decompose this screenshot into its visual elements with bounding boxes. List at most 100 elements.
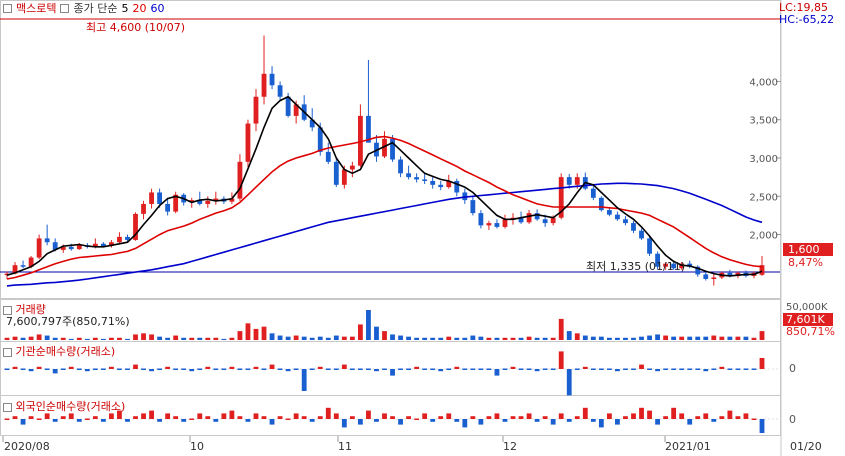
inst-bar	[655, 369, 660, 372]
foreign-bar	[92, 416, 98, 419]
inst-bar	[301, 369, 307, 391]
inst-bar	[438, 369, 444, 372]
stock-checkbox[interactable]	[3, 3, 12, 13]
volume-bar	[590, 336, 596, 340]
inst-bar	[84, 369, 90, 372]
y-tick-label: 2,000	[749, 231, 778, 242]
inst-bar	[727, 368, 733, 370]
inst-bar	[598, 368, 604, 370]
foreign-bar	[357, 419, 363, 425]
foreign-bar	[366, 410, 371, 419]
candle-body	[598, 197, 604, 211]
stock-name[interactable]: 맥스로텍	[16, 0, 56, 16]
foreign-bar	[141, 413, 146, 419]
inst-bar	[743, 368, 749, 370]
foreign-bar	[518, 416, 524, 419]
ma-checkbox[interactable]	[60, 3, 70, 13]
volume-bar	[462, 337, 468, 340]
volume-bar	[76, 337, 82, 340]
volume-bar	[374, 326, 379, 340]
volume-bar	[470, 335, 476, 340]
foreign-bar	[606, 413, 612, 419]
inst-bar	[325, 368, 331, 370]
volume-bar	[181, 337, 187, 340]
foreign-bar	[12, 416, 18, 419]
volume-bar	[502, 337, 508, 340]
volume-bar	[550, 337, 556, 340]
volume-bar	[20, 337, 26, 340]
inst-bar	[502, 368, 508, 370]
volume-bar	[711, 335, 717, 340]
foreign-bar	[582, 407, 588, 419]
candle-body	[253, 96, 259, 124]
volume-bar	[454, 337, 460, 340]
foreign-bar	[679, 413, 685, 419]
price-value: 1,600	[788, 243, 820, 256]
inst-bar	[309, 368, 315, 370]
volume-bar	[663, 335, 669, 340]
y-tick-label: 3,000	[749, 154, 778, 165]
foreign-bar	[446, 413, 452, 419]
foreign-bar	[44, 413, 50, 419]
foreign-bar	[414, 418, 420, 420]
inst-bar	[382, 368, 387, 370]
foreign-bar	[181, 419, 187, 422]
foreign-bar	[100, 419, 106, 422]
price-change: 8,47%	[788, 256, 823, 269]
volume-bar	[52, 337, 58, 340]
volume-bar	[189, 337, 195, 340]
inst-bar	[542, 368, 548, 370]
inst-bar	[663, 368, 669, 370]
volume-bar	[534, 337, 540, 340]
foreign-bar	[687, 419, 693, 425]
foreign-bar	[374, 419, 379, 422]
volume-bar	[390, 334, 395, 340]
y-tick-label: 4,000	[749, 77, 778, 88]
foreign-bar	[478, 419, 484, 425]
candle-body	[349, 165, 355, 170]
foreign-bar	[422, 413, 428, 419]
inst-bar	[374, 369, 379, 372]
volume-bar	[261, 326, 267, 340]
inst-bar	[494, 369, 500, 376]
x-label-nov: 11	[338, 440, 352, 453]
foreign-bar	[20, 419, 26, 425]
candle-body	[277, 85, 283, 97]
foreign-checkbox[interactable]	[3, 402, 12, 412]
candle-body	[269, 73, 275, 86]
candle-body	[526, 213, 532, 223]
candle-body	[341, 169, 347, 185]
inst-bar	[28, 369, 34, 372]
inst-bar	[590, 368, 596, 370]
inst-bar	[261, 368, 267, 370]
candle-body	[261, 73, 267, 97]
x-label-oct: 10	[190, 440, 204, 453]
candle-body	[141, 203, 146, 214]
volume-badge-pct: 850,71%	[786, 325, 835, 338]
volume-bar	[245, 323, 251, 340]
candle-body	[422, 179, 428, 181]
foreign-bar	[382, 413, 387, 419]
volume-bar	[157, 336, 163, 340]
inst-bar	[117, 368, 122, 370]
volume-bar	[84, 338, 90, 340]
candle-body	[478, 213, 484, 226]
inst-title-wrap: 기관순매수량(거래소)	[3, 343, 115, 359]
foreign-bar	[502, 419, 508, 422]
foreign-bar	[237, 416, 243, 419]
inst-bar	[100, 368, 106, 370]
foreign-bar	[671, 407, 677, 419]
inst-bar	[68, 366, 74, 369]
inst-bar	[213, 368, 219, 370]
inst-bar	[390, 369, 395, 376]
inst-checkbox[interactable]	[3, 347, 12, 357]
foreign-bar	[438, 416, 444, 419]
ma60-period: 60	[150, 1, 165, 15]
foreign-bar	[623, 416, 628, 419]
foreign-bar	[333, 413, 339, 419]
candle-body	[623, 219, 628, 224]
foreign-bar	[4, 418, 10, 420]
foreign-bar	[301, 416, 307, 419]
volume-bar	[237, 331, 243, 340]
volume-bar	[28, 336, 34, 340]
